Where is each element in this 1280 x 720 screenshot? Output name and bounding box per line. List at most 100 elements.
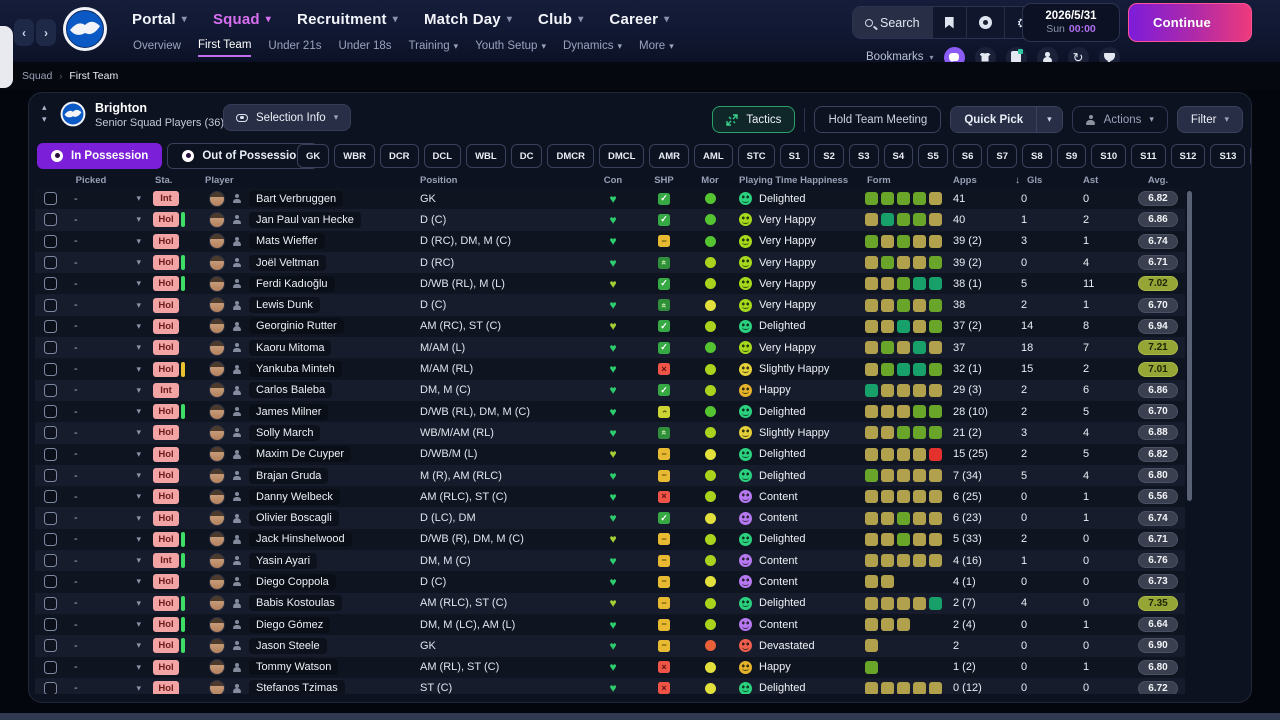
table-row[interactable]: - ▾ Int Carlos Baleba DM, M (C) ♥ ✓ Happy… xyxy=(35,379,1185,401)
position-filter-stc[interactable]: STC xyxy=(737,144,775,168)
player-name[interactable]: Tommy Watson xyxy=(249,659,339,676)
position-filter-wbl[interactable]: WBL xyxy=(466,144,506,168)
column-header-avg[interactable]: Avg. xyxy=(1131,175,1185,186)
player-name[interactable]: Brajan Gruda xyxy=(249,467,329,484)
player-name[interactable]: Jack Hinshelwood xyxy=(249,531,352,548)
menu-career[interactable]: Career ▾ xyxy=(609,11,669,28)
table-row[interactable]: - ▾ Hol Georginio Rutter AM (RC), ST (C) … xyxy=(35,315,1185,338)
picked-dropdown[interactable]: - ▾ xyxy=(65,444,151,465)
column-header-apps[interactable]: Apps xyxy=(945,175,1009,186)
position-filter-dmcr[interactable]: DMCR xyxy=(547,144,594,168)
position-filter-s14[interactable]: S14 xyxy=(1250,144,1251,168)
position-filter-s9[interactable]: S9 xyxy=(1056,144,1087,168)
table-row[interactable]: - ▾ Hol Tommy Watson AM (RL), ST (C) ♥ × … xyxy=(35,656,1185,678)
player-cell[interactable]: Solly March xyxy=(205,422,403,443)
player-name[interactable]: Danny Welbeck xyxy=(249,488,340,505)
player-name[interactable]: Maxim De Cuyper xyxy=(249,446,352,463)
submenu-overview[interactable]: Overview xyxy=(133,40,181,56)
column-header-mor[interactable]: Mor xyxy=(687,175,733,186)
position-filter-s6[interactable]: S6 xyxy=(952,144,983,168)
menu-portal[interactable]: Portal ▾ xyxy=(132,11,187,28)
row-checkbox[interactable] xyxy=(44,639,57,653)
player-name[interactable]: Lewis Dunk xyxy=(249,297,320,314)
tab-in-possession[interactable]: In Possession xyxy=(37,143,163,169)
picked-dropdown[interactable]: - ▾ xyxy=(65,422,151,443)
quick-pick-dropdown[interactable]: ▾ xyxy=(1036,107,1062,132)
position-filter-s1[interactable]: S1 xyxy=(779,144,810,168)
menu-club[interactable]: Club ▾ xyxy=(538,11,583,28)
picked-dropdown[interactable]: - ▾ xyxy=(65,380,151,401)
submenu-youth-setup[interactable]: Youth Setup ▾ xyxy=(475,40,546,56)
row-checkbox[interactable] xyxy=(44,596,57,610)
picked-dropdown[interactable]: - ▾ xyxy=(65,571,151,592)
submenu-dynamics[interactable]: Dynamics ▾ xyxy=(563,40,622,56)
position-filter-dc[interactable]: DC xyxy=(510,144,543,168)
player-cell[interactable]: Brajan Gruda xyxy=(205,465,403,486)
row-checkbox[interactable] xyxy=(44,681,57,694)
table-row[interactable]: - ▾ Hol Maxim De Cuyper D/WB/M (L) ♥ − De… xyxy=(35,443,1185,465)
bookmark-button[interactable] xyxy=(933,7,967,38)
table-row[interactable]: - ▾ Hol Joël Veltman D (RC) ♥ » Very Happ… xyxy=(35,251,1185,274)
picked-dropdown[interactable]: - ▾ xyxy=(65,657,151,678)
row-checkbox[interactable] xyxy=(44,511,57,525)
history-forward-button[interactable]: › xyxy=(36,19,56,46)
player-cell[interactable]: Stefanos Tzimas xyxy=(205,678,403,694)
actions-dropdown[interactable]: Actions ▾ xyxy=(1071,106,1168,133)
row-checkbox[interactable] xyxy=(44,575,57,589)
selection-info-dropdown[interactable]: Selection Info ▾ xyxy=(223,104,352,131)
player-name[interactable]: Joël Veltman xyxy=(249,254,326,271)
picked-dropdown[interactable]: - ▾ xyxy=(65,635,151,656)
row-checkbox[interactable] xyxy=(44,213,57,227)
player-name[interactable]: Yankuba Minteh xyxy=(249,361,342,378)
row-checkbox[interactable] xyxy=(44,426,57,440)
position-filter-dmcl[interactable]: DMCL xyxy=(598,144,645,168)
table-row[interactable]: - ▾ Int Yasin Ayari DM, M (C) ♥ − Content… xyxy=(35,550,1185,572)
player-cell[interactable]: Yasin Ayari xyxy=(205,550,403,571)
picked-dropdown[interactable]: - ▾ xyxy=(65,316,151,337)
table-scrollbar[interactable] xyxy=(1187,191,1192,501)
player-cell[interactable]: Kaoru Mitoma xyxy=(205,337,403,358)
table-row[interactable]: - ▾ Hol Solly March WB/M/AM (RL) ♥ » Slig… xyxy=(35,422,1185,444)
position-filter-wbr[interactable]: WBR xyxy=(334,144,375,168)
picked-dropdown[interactable]: - ▾ xyxy=(65,465,151,486)
player-cell[interactable]: James Milner xyxy=(205,401,403,422)
player-name[interactable]: Carlos Baleba xyxy=(249,382,333,399)
history-back-button[interactable]: ‹ xyxy=(14,19,34,46)
hold-team-meeting-button[interactable]: Hold Team Meeting xyxy=(814,106,942,133)
position-filter-s13[interactable]: S13 xyxy=(1210,144,1246,168)
row-checkbox[interactable] xyxy=(44,277,57,291)
player-name[interactable]: Yasin Ayari xyxy=(249,552,318,569)
table-row[interactable]: - ▾ Hol Ferdi Kadıoğlu D/WB (RL), M (L) ♥… xyxy=(35,273,1185,295)
row-checkbox[interactable] xyxy=(44,234,57,248)
position-filter-s12[interactable]: S12 xyxy=(1170,144,1206,168)
player-cell[interactable]: Mats Wieffer xyxy=(205,231,403,252)
position-filter-s7[interactable]: S7 xyxy=(987,144,1017,168)
table-row[interactable]: - ▾ Hol Diego Gómez DM, M (LC), AM (L) ♥ … xyxy=(35,613,1185,636)
column-header-playing-time-happiness[interactable]: Playing Time Happiness xyxy=(733,175,857,186)
player-name[interactable]: Mats Wieffer xyxy=(249,233,325,250)
breadcrumb-item[interactable]: First Team xyxy=(69,70,118,82)
player-name[interactable]: Solly March xyxy=(249,424,321,441)
player-cell[interactable]: Olivier Boscagli xyxy=(205,507,403,528)
position-filter-s11[interactable]: S11 xyxy=(1131,144,1166,168)
column-header-gls[interactable]: ↓ Gls xyxy=(1009,175,1069,186)
table-row[interactable]: - ▾ Hol Danny Welbeck AM (RLC), ST (C) ♥ … xyxy=(35,486,1185,508)
column-header-shp[interactable]: SHP xyxy=(641,175,687,186)
table-row[interactable]: - ▾ Hol Yankuba Minteh M/AM (RL) ♥ × Slig… xyxy=(35,358,1185,380)
row-checkbox[interactable] xyxy=(44,490,57,504)
player-cell[interactable]: Danny Welbeck xyxy=(205,486,403,507)
table-row[interactable]: - ▾ Hol Mats Wieffer D (RC), DM, M (C) ♥ … xyxy=(35,230,1185,252)
submenu-more[interactable]: More ▾ xyxy=(639,40,674,56)
player-name[interactable]: Jason Steele xyxy=(249,637,327,654)
player-name[interactable]: Georginio Rutter xyxy=(249,318,344,335)
picked-dropdown[interactable]: - ▾ xyxy=(65,358,151,379)
picked-dropdown[interactable]: - ▾ xyxy=(65,614,151,635)
menu-recruitment[interactable]: Recruitment ▾ xyxy=(297,11,398,28)
picked-dropdown[interactable]: - ▾ xyxy=(65,550,151,571)
player-cell[interactable]: Jan Paul van Hecke xyxy=(205,209,403,230)
column-header-con[interactable]: Con xyxy=(585,175,641,186)
table-row[interactable]: - ▾ Hol Lewis Dunk D (C) ♥ » Very Happy 3… xyxy=(35,294,1185,316)
picked-dropdown[interactable]: - ▾ xyxy=(65,273,151,294)
row-checkbox[interactable] xyxy=(44,405,57,419)
position-filter-s3[interactable]: S3 xyxy=(848,144,879,168)
